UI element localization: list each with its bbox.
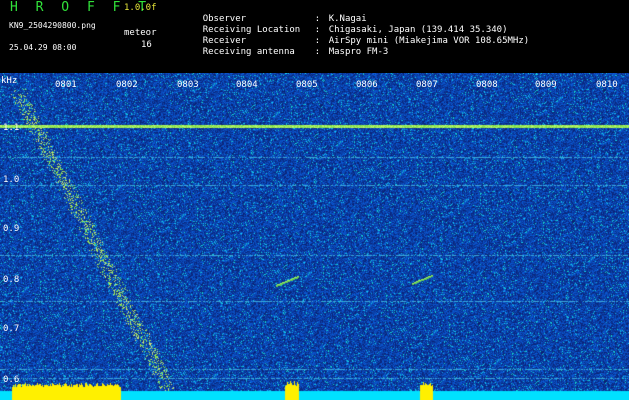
x-tick-label: 0802 xyxy=(116,80,138,90)
x-tick-label: 0803 xyxy=(177,80,199,90)
y-axis-unit: kHz xyxy=(1,76,18,86)
x-tick-label: 0804 xyxy=(236,80,258,90)
file-name: KN9_2504290800.png xyxy=(9,21,96,30)
y-tick-label: 0.9 xyxy=(3,224,20,234)
x-tick-label: 0801 xyxy=(55,80,77,90)
header-panel: H R O F F T 1.0.0f KN9_2504290800.png me… xyxy=(0,0,629,73)
info-row-antenna: Receiving antenna: Maspro FM-3 xyxy=(181,36,389,57)
timestamp: 25.04.29 08:00 xyxy=(9,43,77,52)
spectrogram-canvas xyxy=(0,73,629,400)
info-value: Maspro FM-3 xyxy=(328,47,389,57)
x-tick-label: 0810 xyxy=(596,80,618,90)
meteor-count-label: meteor xyxy=(124,28,157,38)
info-key: Receiving antenna xyxy=(202,47,295,57)
y-tick-label: 1.1 xyxy=(3,123,20,133)
x-tick-label: 0806 xyxy=(356,80,378,90)
x-tick-label: 0805 xyxy=(296,80,318,90)
info-separator: : xyxy=(314,47,321,57)
info-row-observer: Observer: K.Nagai xyxy=(181,3,367,24)
x-tick-label: 0808 xyxy=(476,80,498,90)
x-tick-label: 0807 xyxy=(416,80,438,90)
meteor-count-value: 16 xyxy=(141,40,152,50)
y-tick-label: 0.7 xyxy=(3,324,20,334)
y-tick-label: 0.8 xyxy=(3,275,20,285)
app-version: 1.0.0f xyxy=(124,3,157,13)
x-tick-label: 0809 xyxy=(535,80,557,90)
y-tick-label: 0.6 xyxy=(3,375,20,385)
info-row-location: Receiving Location: Chigasaki, Japan (139… xyxy=(181,14,508,35)
y-tick-label: 1.0 xyxy=(3,175,20,185)
info-row-receiver: Receiver: AirSpy mini (Miakejima VOR 108.… xyxy=(181,25,529,46)
